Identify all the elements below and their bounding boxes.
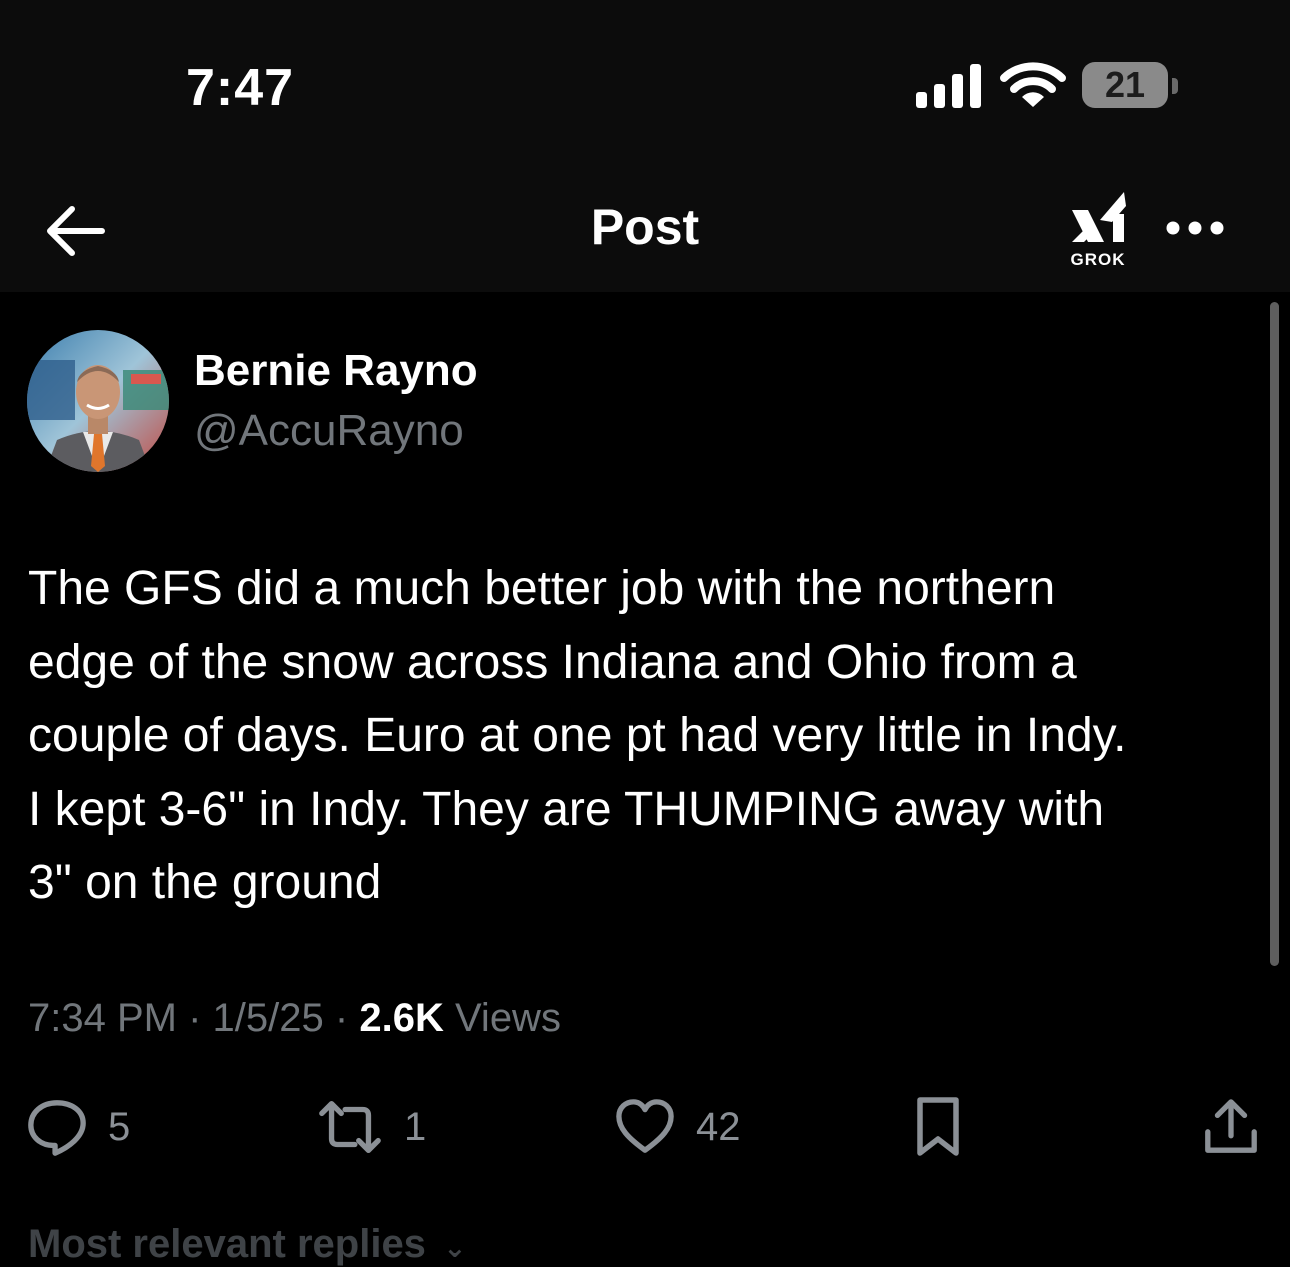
share-icon [1205, 1099, 1257, 1153]
bookmark-button[interactable] [910, 1090, 966, 1164]
action-bar: 5 1 42 [0, 1090, 1290, 1164]
post-time: 7:34 PM [28, 996, 177, 1040]
grok-label: GROK [1070, 250, 1126, 269]
repost-icon [319, 1101, 381, 1153]
status-time: 7:47 [186, 59, 295, 117]
author-name[interactable]: Bernie Rayno [194, 346, 478, 396]
repost-count: 1 [404, 1104, 427, 1149]
reply-icon [28, 1100, 86, 1156]
share-button[interactable] [1202, 1090, 1260, 1164]
replies-sort-label: Most relevant replies [28, 1222, 426, 1266]
reply-button[interactable]: 5 [26, 1090, 130, 1164]
repost-button[interactable]: 1 [316, 1090, 426, 1164]
like-button[interactable]: 42 [614, 1090, 741, 1164]
status-bar: 7:47 21 [0, 0, 1290, 176]
post-meta: 7:34 PM · 1/5/25 · 2.6K Views [28, 996, 561, 1041]
views-count[interactable]: 2.6K [359, 996, 444, 1040]
post-text: The GFS did a much better job with the n… [28, 562, 1127, 909]
like-count: 42 [696, 1104, 741, 1149]
like-icon [616, 1099, 674, 1153]
battery-icon: 21 [1082, 62, 1180, 110]
more-icon[interactable] [1160, 206, 1230, 250]
post-date: 1/5/25 [212, 996, 324, 1040]
grok-button[interactable]: GROK [1060, 186, 1136, 270]
battery-cap [1172, 78, 1178, 94]
replies-sort-dropdown[interactable]: Most relevant replies ⌄ [28, 1222, 467, 1267]
avatar-photo [27, 330, 169, 472]
signal-icon [916, 64, 981, 108]
meta-separator: · [334, 996, 349, 1040]
battery-level: 21 [1104, 64, 1146, 105]
wifi-icon [1000, 62, 1066, 107]
author-handle[interactable]: @AccuRayno [194, 406, 464, 456]
scrollbar[interactable] [1270, 302, 1279, 966]
reply-count: 5 [108, 1104, 131, 1149]
views-label: Views [454, 996, 561, 1040]
nav-bar: Post GROK [0, 176, 1290, 292]
avatar[interactable] [27, 330, 169, 472]
grok-icon [1072, 192, 1126, 242]
bookmark-icon [917, 1097, 959, 1156]
meta-separator: · [188, 996, 202, 1040]
